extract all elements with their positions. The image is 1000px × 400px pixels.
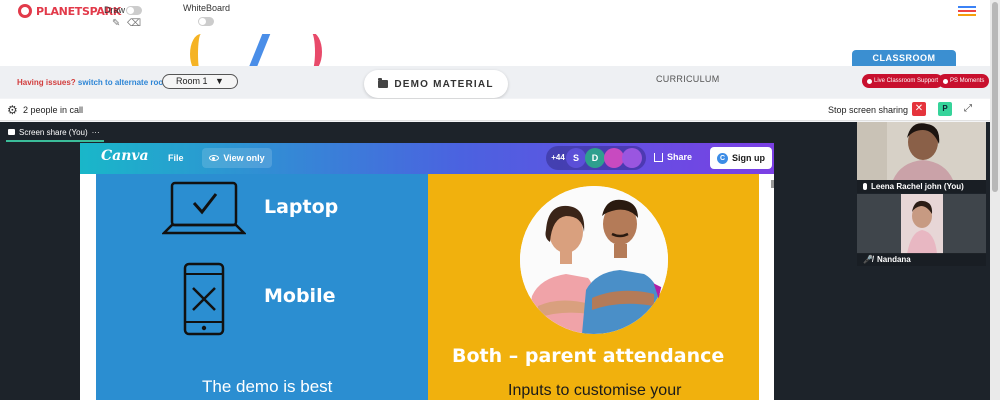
extra-collaborators-count[interactable]: +44 (548, 148, 568, 168)
demo-material-label: DEMO MATERIAL (394, 78, 494, 90)
curriculum-tab[interactable]: CURRICULUM (656, 74, 720, 84)
page-scrollbar-thumb[interactable] (992, 2, 998, 192)
demo-text: The demo is best (202, 377, 333, 396)
issue-text: Having issues? (17, 78, 76, 87)
logo-mark-icon (18, 4, 32, 18)
draw-toggle[interactable] (126, 6, 142, 15)
both-parent-text: Both – parent attendance (452, 345, 725, 367)
room-select-value: Room 1 (176, 76, 208, 86)
demo-material-button[interactable]: DEMO MATERIAL (364, 70, 508, 98)
whiteboard-stroke-blue (246, 34, 272, 66)
participant-label: 🎤̸ Nandana (857, 253, 986, 266)
whiteboard-canvas[interactable] (0, 34, 990, 66)
people-count: 2 people in call (23, 105, 84, 115)
mobile-label: Mobile (264, 285, 336, 307)
screen-share-tab-label: Screen share (You) (19, 127, 88, 137)
participant-video-nandana[interactable] (857, 194, 986, 254)
room-select[interactable]: Room 1 ▼ (162, 74, 238, 89)
parents-photo (520, 186, 668, 334)
slide-left-panel (96, 174, 428, 400)
participant-name: Leena Rachel john (You) (871, 182, 964, 191)
signup-button[interactable]: C Sign up (710, 147, 772, 169)
mobile-icon (183, 262, 225, 336)
whiteboard-label: WhiteBoard (183, 3, 231, 13)
share-icon (654, 152, 663, 162)
participant-label: Leena Rachel john (You) (857, 180, 986, 193)
inputs-text: Inputs to customise your (508, 382, 682, 399)
support-icon (867, 78, 872, 84)
signup-label: Sign up (732, 153, 765, 163)
mic-icon (863, 183, 867, 190)
mic-muted-icon: 🎤̸ (863, 255, 873, 264)
participant-video-leena[interactable] (857, 122, 986, 180)
avatar[interactable]: S (566, 148, 586, 168)
draw-label: Draw (104, 5, 126, 15)
view-only-button[interactable]: View only (202, 148, 272, 168)
chevron-down-icon: ▼ (210, 76, 224, 86)
canva-logo[interactable]: Canva (101, 148, 149, 164)
expand-icon[interactable]: ⤢ (964, 103, 972, 115)
canva-file-menu[interactable]: File (168, 153, 184, 163)
eye-icon (209, 155, 220, 161)
alternate-room-link[interactable]: switch to alternate room (78, 78, 170, 87)
laptop-label: Laptop (264, 196, 339, 218)
avatar[interactable] (604, 148, 624, 168)
avatar[interactable]: D (585, 148, 605, 168)
stop-sharing-button[interactable]: ✕ (912, 102, 926, 116)
live-support-button[interactable]: Live Classroom Support (862, 74, 944, 88)
whiteboard-toggle[interactable] (198, 17, 214, 26)
ps-moments-button[interactable]: PS Moments (938, 74, 990, 88)
hamburger-icon[interactable] (958, 6, 976, 18)
ps-moments-label: PS Moments (950, 78, 985, 84)
screen-share-tab[interactable]: Screen share (You) ··· (6, 124, 104, 142)
whiteboard-stroke-red (300, 34, 322, 66)
laptop-icon (162, 181, 246, 235)
canva-c-icon: C (717, 152, 728, 164)
canva-share-button[interactable]: Share (654, 152, 692, 162)
whiteboard-stroke-yellow (190, 34, 212, 66)
moments-icon (943, 78, 948, 84)
view-only-label: View only (223, 153, 265, 163)
p-button[interactable]: P (938, 102, 952, 116)
issue-notice: Having issues? switch to alternate room (17, 78, 170, 87)
classroom-tab[interactable]: CLASSROOM (852, 50, 956, 71)
eraser-icon[interactable]: ⌫ (127, 18, 141, 29)
gear-icon[interactable]: ⚙ (7, 104, 18, 116)
screen-share-icon (8, 129, 15, 135)
pencil-icon[interactable]: ✎ (112, 18, 120, 29)
stop-sharing-label[interactable]: Stop screen sharing (828, 105, 908, 115)
top-bar (0, 0, 990, 34)
canva-share-label: Share (667, 152, 693, 162)
live-support-label: Live Classroom Support (874, 78, 939, 84)
participant-name: Nandana (876, 255, 911, 264)
folder-icon (378, 78, 389, 88)
more-options-icon[interactable]: ··· (92, 128, 100, 137)
avatar[interactable] (622, 148, 642, 168)
canva-scrollbar[interactable] (771, 180, 774, 188)
